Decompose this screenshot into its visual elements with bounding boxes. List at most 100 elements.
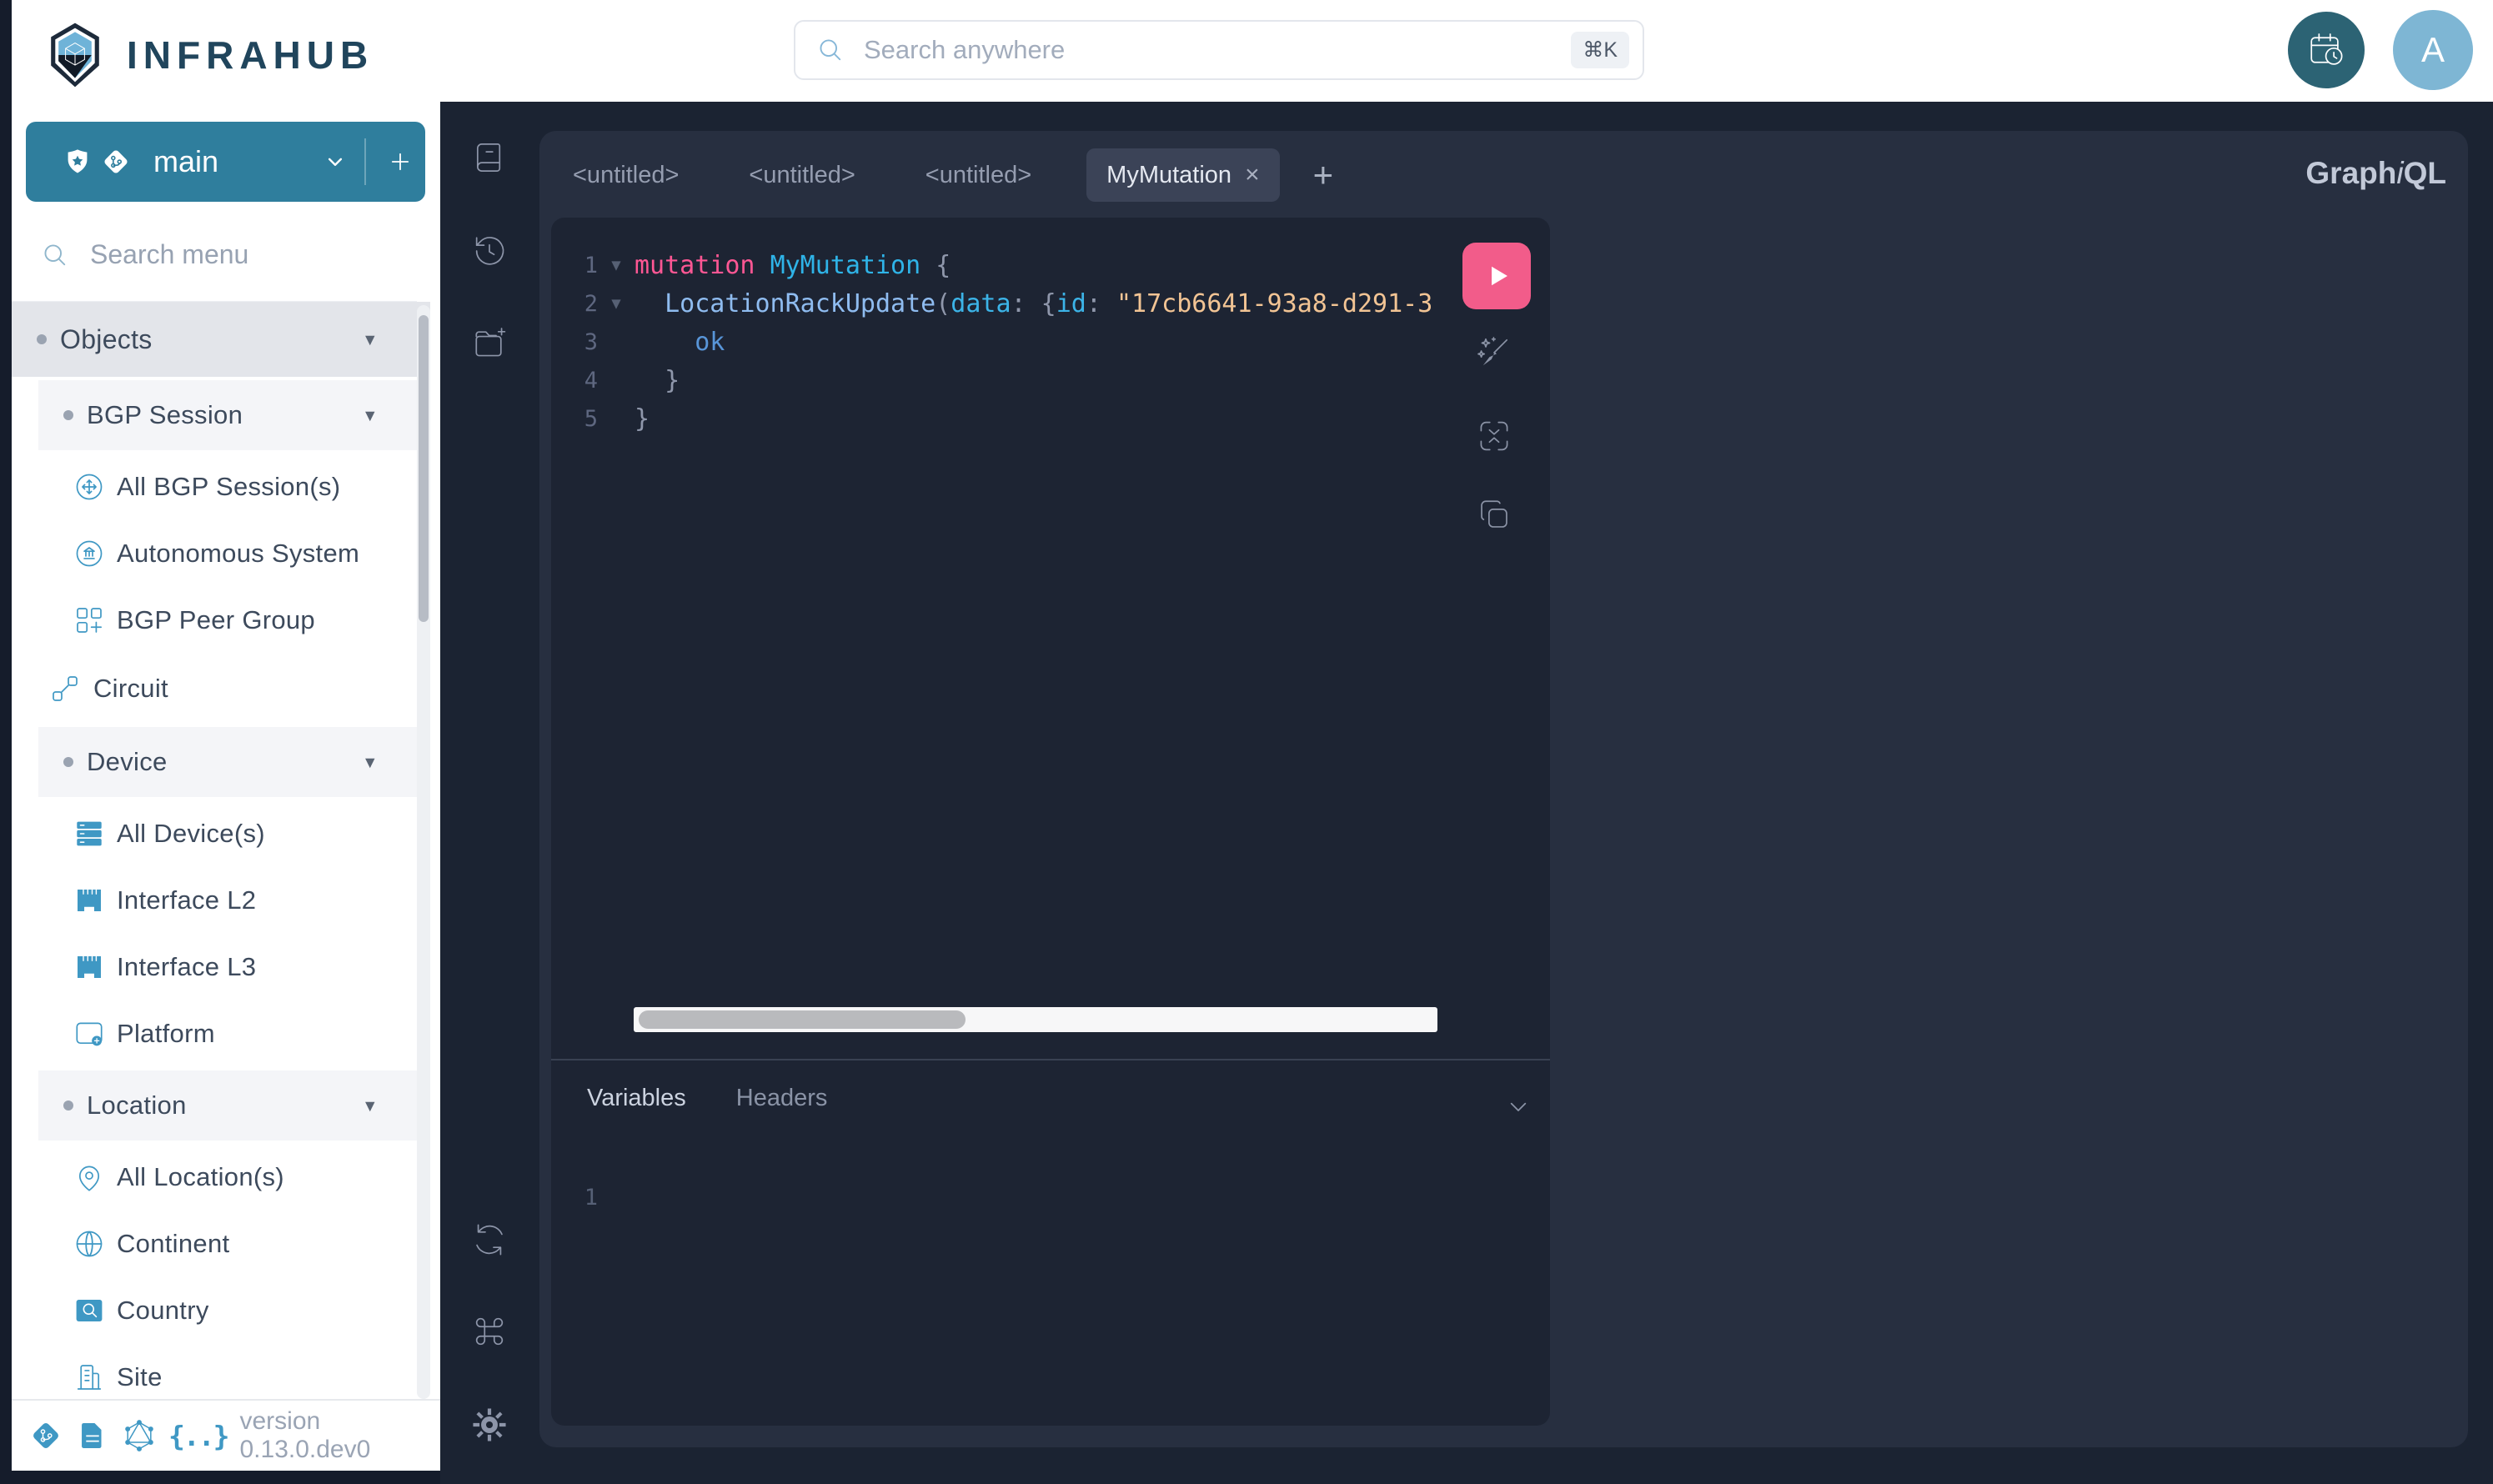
code-line[interactable]: 1▼mutation MyMutation { <box>551 246 1550 284</box>
code-line[interactable]: 3 ok <box>551 323 1550 361</box>
query-tab-0[interactable]: <untitled> <box>558 148 694 202</box>
fold-caret-icon[interactable]: ▼ <box>598 256 635 274</box>
code-line[interactable]: 5} <box>551 399 1550 438</box>
line-number: 1 <box>551 253 598 278</box>
sidebar-item-all-bgp-session-s[interactable]: All BGP Session(s) <box>12 454 430 520</box>
code-line[interactable]: 4 } <box>551 361 1550 399</box>
sidebar-scrollbar[interactable] <box>417 305 430 1399</box>
collapse-caret-icon[interactable]: ▾ <box>365 404 375 427</box>
close-tab-icon[interactable]: × <box>1245 161 1260 189</box>
query-editor[interactable]: 1▼mutation MyMutation {2▼ LocationRackUp… <box>551 218 1550 1426</box>
app-logo[interactable]: INFRAHUB <box>45 12 374 98</box>
avatar[interactable]: A <box>2393 10 2473 90</box>
chevron-down-icon[interactable] <box>1502 1090 1535 1123</box>
sidebar-item-platform[interactable]: Platform <box>12 1000 430 1067</box>
scrollbar-thumb[interactable] <box>419 315 429 622</box>
sidebar-item-interface-l2[interactable]: Interface L2 <box>12 867 430 934</box>
tab-bar: <untitled> <untitled> <untitled> MyMutation… <box>558 148 1338 202</box>
prettify-button[interactable] <box>1474 333 1514 373</box>
branch-name: main <box>153 144 218 179</box>
copy-query-button[interactable] <box>1474 494 1514 534</box>
graphiql-main: <untitled> <untitled> <untitled> MyMutation… <box>440 102 2493 1484</box>
sidebar-item-label: Platform <box>117 1019 215 1049</box>
merge-fragments-icon <box>1474 416 1514 456</box>
collapse-caret-icon[interactable]: ▾ <box>365 1095 375 1117</box>
tab-label: <untitled> <box>749 162 855 189</box>
avatar-initial: A <box>2421 30 2445 70</box>
search-icon <box>40 240 70 270</box>
sidebar-item-interface-l3[interactable]: Interface L3 <box>12 934 430 1000</box>
query-tab-2[interactable]: <untitled> <box>910 148 1046 202</box>
graphiql-logo: GraphiQL <box>2305 156 2446 191</box>
sidebar-item-label: All Device(s) <box>117 819 265 849</box>
graphiql-rail <box>440 102 539 1484</box>
code-area[interactable]: 1▼mutation MyMutation {2▼ LocationRackUp… <box>551 218 1550 1030</box>
tab-label: <untitled> <box>573 162 679 189</box>
version-label: version 0.13.0.dev0 <box>239 1407 417 1464</box>
sidebar-item-bgp-peer-group[interactable]: BGP Peer Group <box>12 587 430 654</box>
tab-variables[interactable]: Variables <box>587 1085 686 1112</box>
calendar-clock-icon <box>2305 28 2348 72</box>
shortcut-badge: ⌘K <box>1571 32 1629 68</box>
settings-button[interactable] <box>470 1406 509 1444</box>
prettify-icon <box>1474 333 1514 373</box>
global-search-input[interactable] <box>862 34 1571 66</box>
sidebar-item-circuit[interactable]: Circuit <box>38 654 417 724</box>
query-tab-3[interactable]: MyMutation × <box>1086 148 1279 202</box>
sidebar-item-continent[interactable]: Continent <box>12 1211 430 1277</box>
history-button[interactable] <box>470 232 509 270</box>
branch-selector[interactable]: main <box>26 122 425 202</box>
search-icon <box>815 35 845 65</box>
graphiql-panel: <untitled> <untitled> <untitled> MyMutation… <box>539 131 2468 1447</box>
time-travel-button[interactable] <box>2288 12 2365 88</box>
create-branch-button[interactable] <box>374 122 425 202</box>
collapse-caret-icon[interactable]: ▾ <box>365 751 375 774</box>
sidebar-item-bgp-session[interactable]: BGP Session▾ <box>38 380 417 450</box>
document-icon[interactable] <box>75 1418 110 1453</box>
object-menu: Objects▾BGP Session▾All BGP Session(s)Au… <box>12 302 430 1399</box>
refetch-schema-button[interactable] <box>470 1221 509 1259</box>
bank-icon <box>72 536 107 571</box>
docs-button[interactable] <box>470 138 509 177</box>
new-folder-button[interactable] <box>470 324 509 363</box>
sidebar-item-label: Country <box>117 1296 209 1326</box>
shortcut-keys-button[interactable] <box>470 1312 509 1351</box>
sidebar-item-label: Circuit <box>93 674 168 704</box>
sidebar-item-all-device-s[interactable]: All Device(s) <box>12 800 430 867</box>
sidebar-item-country[interactable]: Country <box>12 1277 430 1344</box>
sidebar-item-location[interactable]: Location ▾ <box>38 1070 417 1141</box>
scrollbar-thumb[interactable] <box>639 1010 966 1029</box>
global-search[interactable]: ⌘K <box>794 20 1644 80</box>
sidebar-item-autonomous-system[interactable]: Autonomous System <box>12 520 430 587</box>
fold-caret-icon[interactable]: ▼ <box>598 294 635 313</box>
braces-icon[interactable]: {..} <box>168 1420 228 1452</box>
merge-fragments-button[interactable] <box>1474 416 1514 456</box>
sidebar-item-label: Location <box>87 1090 187 1121</box>
pin-icon <box>72 1160 107 1195</box>
play-icon <box>1479 258 1514 293</box>
menu-search-input[interactable] <box>88 238 392 271</box>
tab-headers[interactable]: Headers <box>736 1085 828 1112</box>
query-tab-1[interactable]: <untitled> <box>734 148 870 202</box>
chevron-down-icon <box>323 149 348 174</box>
bullet-icon <box>63 410 73 420</box>
add-tab-button[interactable]: + <box>1308 157 1339 193</box>
sidebar-item-site[interactable]: Site <box>12 1344 430 1399</box>
building-icon <box>72 1360 107 1395</box>
sidebar-item-objects[interactable]: Objects▾ <box>12 302 430 377</box>
history-icon <box>470 232 509 270</box>
horizontal-scrollbar[interactable] <box>634 1007 1437 1032</box>
tab-label: MyMutation <box>1106 162 1231 189</box>
execute-query-button[interactable] <box>1462 243 1531 309</box>
collapse-caret-icon[interactable]: ▾ <box>365 328 375 351</box>
graphql-icon[interactable] <box>122 1418 157 1453</box>
sidebar-item-device[interactable]: Device▾ <box>38 727 417 797</box>
sidebar-item-all-location-s[interactable]: All Location(s) <box>12 1144 430 1211</box>
map-icon <box>72 1293 107 1328</box>
git-diamond-icon[interactable] <box>28 1418 63 1453</box>
menu-search[interactable] <box>12 208 417 302</box>
sidebar-item-label: Continent <box>117 1229 229 1259</box>
code-line[interactable]: 2▼ LocationRackUpdate(data: {id: "17cb66… <box>551 284 1550 323</box>
copy-icon <box>1475 495 1513 534</box>
sidebar-item-label: Interface L3 <box>117 952 256 982</box>
